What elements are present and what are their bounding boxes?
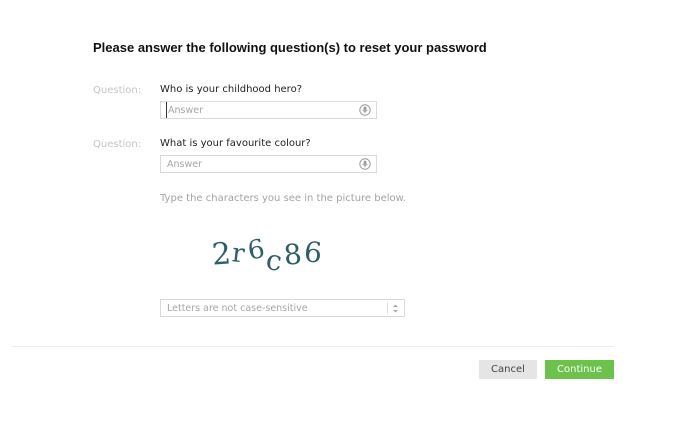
- answer-2-input[interactable]: [167, 156, 352, 172]
- field-divider: [387, 302, 388, 314]
- answer-1-input[interactable]: [166, 102, 353, 118]
- captcha-char: c: [264, 243, 284, 276]
- continue-button[interactable]: Continue: [545, 360, 614, 379]
- captcha-char: r: [230, 238, 246, 269]
- captcha-char: 2: [211, 236, 232, 272]
- refresh-icon[interactable]: [390, 303, 401, 314]
- question-1-text: Who is your childhood hero?: [160, 84, 303, 95]
- captcha-char: 8: [282, 237, 303, 272]
- question-2-label: Question:: [93, 139, 142, 150]
- footer-divider: [12, 346, 614, 347]
- answer-1-field[interactable]: [160, 101, 377, 119]
- captcha-char: 6: [303, 235, 324, 269]
- captcha-field[interactable]: [160, 299, 405, 317]
- captcha-hint: Type the characters you see in the pictu…: [160, 193, 407, 204]
- answer-2-field[interactable]: [160, 155, 377, 173]
- captcha-char: 6: [246, 234, 268, 266]
- microphone-icon[interactable]: [359, 158, 371, 170]
- question-2-text: What is your favourite colour?: [160, 138, 311, 149]
- question-1-label: Question:: [93, 85, 142, 96]
- captcha-image: 2 r 6 c 8 6: [211, 234, 324, 276]
- microphone-icon[interactable]: [359, 104, 371, 116]
- captcha-input[interactable]: [167, 300, 382, 316]
- page-title: Please answer the following question(s) …: [93, 40, 487, 55]
- cancel-button[interactable]: Cancel: [479, 360, 537, 379]
